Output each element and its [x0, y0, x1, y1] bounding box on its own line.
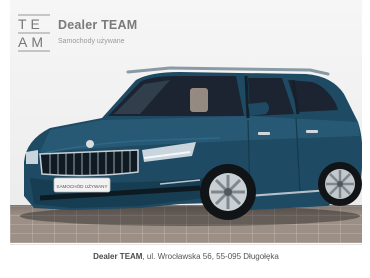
- dealer-address-bar: Dealer TEAM, ul. Wrocławska 56, 55-095 D…: [10, 244, 362, 269]
- footer-dealer-name: Dealer TEAM: [93, 252, 143, 261]
- svg-text:TE: TE: [18, 16, 44, 32]
- svg-text:AM: AM: [18, 34, 47, 50]
- footer-address: , ul. Wrocławska 56, 55-095 Długołęka: [142, 252, 279, 261]
- brand-name: Dealer TEAM: [58, 18, 138, 32]
- brand-tagline: Samochody używane: [58, 38, 125, 45]
- car-image: SAMOCHÓD UŻYWANY: [20, 66, 362, 226]
- dealer-logo-icon: TE AM: [18, 14, 50, 52]
- svg-text:SAMOCHÓD UŻYWANY: SAMOCHÓD UŻYWANY: [56, 183, 107, 189]
- dealer-photo: TE AM Dealer TEAM Samochody używane SAMO…: [0, 0, 370, 278]
